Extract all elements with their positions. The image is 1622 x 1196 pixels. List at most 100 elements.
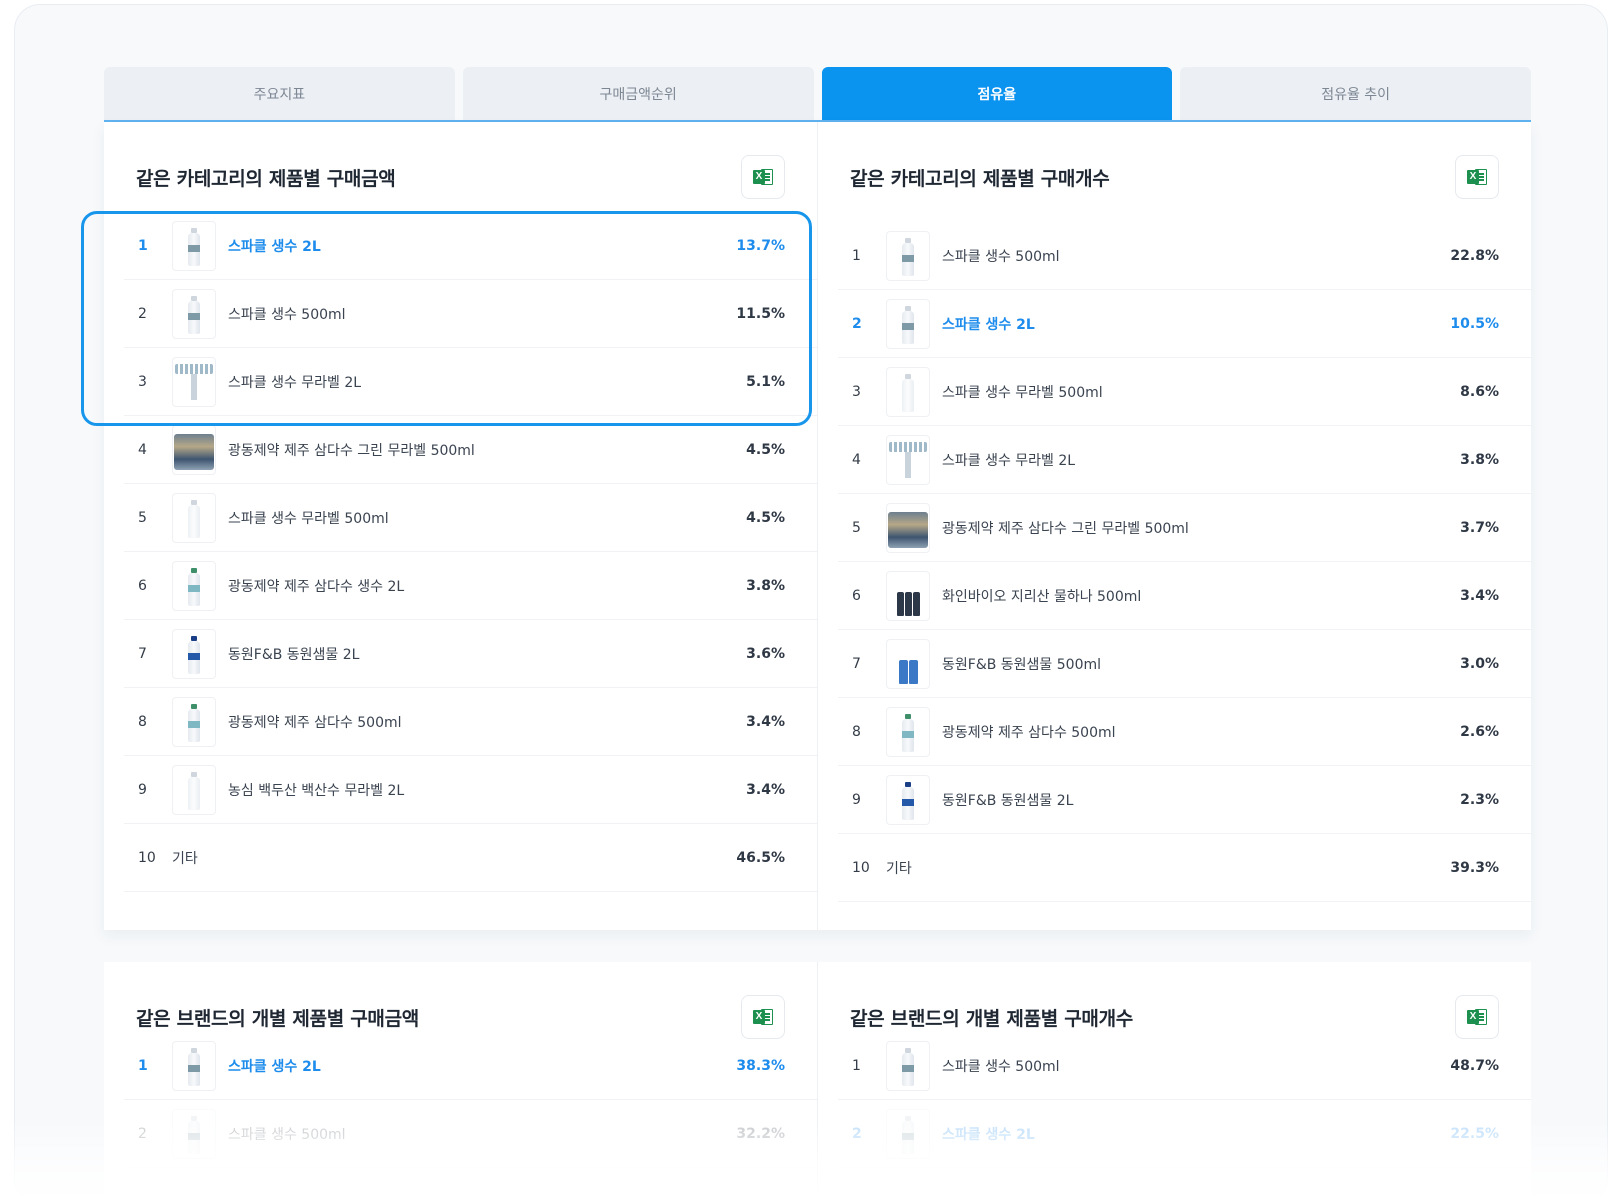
product-name: 동원F&B 동원샘물 2L (942, 792, 1074, 809)
ranking-row[interactable]: 2 스파클 생수 500ml 32.2% (124, 1100, 817, 1168)
product-thumbnail (886, 230, 930, 281)
product-thumbnail (172, 696, 216, 747)
ranking-row[interactable]: 1 스파클 생수 500ml 48.7% (838, 1032, 1531, 1100)
ranking-row[interactable]: 3 스파클 생수 무라벨 500ml 8.6% (838, 358, 1531, 426)
product-name: 스파클 생수 500ml (942, 1058, 1060, 1075)
product-thumbnail (886, 570, 930, 621)
ranking-row[interactable]: 5 스파클 생수 무라벨 500ml 4.5% (124, 484, 817, 552)
product-name: 광동제약 제주 삼다수 생수 2L (228, 578, 405, 595)
bottle-image (901, 373, 915, 412)
product-name: 스파클 생수 500ml (228, 306, 346, 323)
product-name: 광동제약 제주 삼다수 500ml (228, 714, 402, 731)
share-percent: 38.3% (736, 1057, 785, 1074)
product-name: 동원F&B 동원샘물 500ml (942, 656, 1102, 673)
rank-number: 6 (852, 587, 861, 604)
product-name: 스파클 생수 무라벨 2L (942, 452, 1076, 469)
rank-number: 3 (852, 383, 861, 400)
ranking-row[interactable]: 2 스파클 생수 2L 22.5% (838, 1100, 1531, 1168)
tray-image (889, 440, 927, 480)
multi-bottle-image (896, 591, 920, 616)
multi-bottle-image (898, 659, 918, 684)
ranking-row[interactable]: 7 동원F&B 동원샘물 2L 3.6% (124, 620, 817, 688)
bottle-image (187, 1115, 201, 1154)
category-count-panel: 같은 카테고리의 제품별 구매개수 X 1 스파클 생수 500ml 22.8% 2 스… (818, 122, 1531, 930)
share-percent: 3.0% (1460, 655, 1499, 672)
excel-icon: X (1467, 1008, 1487, 1026)
product-thumbnail (886, 434, 930, 485)
rank-number: 1 (852, 247, 861, 264)
ranking-row[interactable]: 8 광동제약 제주 삼다수 500ml 3.4% (124, 688, 817, 756)
share-percent: 4.5% (746, 509, 785, 526)
ranking-row[interactable]: 10 기타 39.3% (838, 834, 1531, 902)
ranking-row[interactable]: 9 농심 백두산 백산수 무라벨 2L 3.4% (124, 756, 817, 824)
rank-number: 9 (138, 781, 147, 798)
product-thumbnail (172, 356, 216, 407)
bottle-image (901, 237, 915, 276)
rank-number: 7 (138, 645, 147, 662)
tab-share-trend[interactable]: 점유율 추이 (1180, 67, 1531, 121)
product-name: 스파클 생수 2L (228, 1058, 321, 1075)
share-percent: 3.4% (746, 713, 785, 730)
category-amount-panel: 같은 카테고리의 제품별 구매금액 X 1 스파클 생수 2L 13.7% 2 스파클 … (104, 122, 817, 930)
ranking-row[interactable]: 8 광동제약 제주 삼다수 500ml 2.6% (838, 698, 1531, 766)
share-percent: 3.4% (1460, 587, 1499, 604)
product-name: 스파클 생수 500ml (228, 1126, 346, 1143)
rank-number: 1 (852, 1057, 861, 1074)
share-percent: 13.7% (736, 237, 785, 254)
product-name: 화인바이오 지리산 물하나 500ml (942, 588, 1142, 605)
ranking-row[interactable]: 10 기타 46.5% (124, 824, 817, 892)
excel-icon: X (1467, 168, 1487, 186)
share-percent: 3.8% (1460, 451, 1499, 468)
rank-number: 2 (138, 1125, 147, 1142)
product-thumbnail (172, 628, 216, 679)
panel-title: 같은 브랜드의 개별 제품별 구매금액 (136, 1008, 419, 1030)
tab-market-share[interactable]: 점유율 (821, 67, 1173, 121)
rank-number: 2 (138, 305, 147, 322)
excel-icon: X (753, 1008, 773, 1026)
ranking-row[interactable]: 5 광동제약 제주 삼다수 그린 무라벨 500ml 3.7% (838, 494, 1531, 562)
excel-download-button[interactable]: X (741, 155, 785, 199)
product-thumbnail (886, 502, 930, 553)
share-percent: 3.7% (1460, 519, 1499, 536)
bottle-image (901, 781, 915, 820)
rank-number: 7 (852, 655, 861, 672)
bottle-image (187, 567, 201, 606)
rank-number: 4 (852, 451, 861, 468)
ranking-row[interactable]: 9 동원F&B 동원샘물 2L 2.3% (838, 766, 1531, 834)
share-percent: 48.7% (1450, 1057, 1499, 1074)
share-percent: 22.5% (1450, 1125, 1499, 1142)
product-thumbnail (172, 492, 216, 543)
rank-number: 8 (852, 723, 861, 740)
product-thumbnail (172, 220, 216, 271)
ranking-row[interactable]: 2 스파클 생수 2L 10.5% (838, 290, 1531, 358)
bottle-image (187, 703, 201, 742)
tab-purchase-ranking[interactable]: 구매금액순위 (462, 67, 814, 121)
product-name: 스파클 생수 2L (942, 316, 1035, 333)
product-thumbnail (886, 706, 930, 757)
product-name: 동원F&B 동원샘물 2L (228, 646, 360, 663)
ranking-row[interactable]: 7 동원F&B 동원샘물 500ml 3.0% (838, 630, 1531, 698)
bottle-image (187, 771, 201, 810)
ranking-row[interactable]: 2 스파클 생수 500ml 11.5% (124, 280, 817, 348)
rank-number: 5 (852, 519, 861, 536)
tab-key-metrics[interactable]: 주요지표 (104, 67, 455, 121)
category-share-card: 같은 카테고리의 제품별 구매금액 X 1 스파클 생수 2L 13.7% 2 스파클 … (104, 122, 1531, 930)
bottle-image (901, 1047, 915, 1086)
ranking-row[interactable]: 4 광동제약 제주 삼다수 그린 무라벨 500ml 4.5% (124, 416, 817, 484)
tray-image (175, 362, 213, 402)
ranking-row[interactable]: 1 스파클 생수 500ml 22.8% (838, 222, 1531, 290)
product-thumbnail (886, 774, 930, 825)
rank-number: 1 (138, 237, 148, 254)
product-name: 기타 (172, 850, 198, 867)
brand-count-panel: 같은 브랜드의 개별 제품별 구매개수 X 1 스파클 생수 500ml 48.7%… (818, 962, 1531, 1196)
share-percent: 22.8% (1450, 247, 1499, 264)
excel-download-button[interactable]: X (1455, 155, 1499, 199)
ranking-row[interactable]: 4 스파클 생수 무라벨 2L 3.8% (838, 426, 1531, 494)
ranking-row[interactable]: 6 화인바이오 지리산 물하나 500ml 3.4% (838, 562, 1531, 630)
ranking-row[interactable]: 3 스파클 생수 무라벨 2L 5.1% (124, 348, 817, 416)
product-name: 광동제약 제주 삼다수 그린 무라벨 500ml (942, 520, 1189, 537)
ranking-row[interactable]: 1 스파클 생수 2L 38.3% (124, 1032, 817, 1100)
ranking-row[interactable]: 1 스파클 생수 2L 13.7% (124, 212, 817, 280)
product-name: 광동제약 제주 삼다수 그린 무라벨 500ml (228, 442, 475, 459)
ranking-row[interactable]: 6 광동제약 제주 삼다수 생수 2L 3.8% (124, 552, 817, 620)
